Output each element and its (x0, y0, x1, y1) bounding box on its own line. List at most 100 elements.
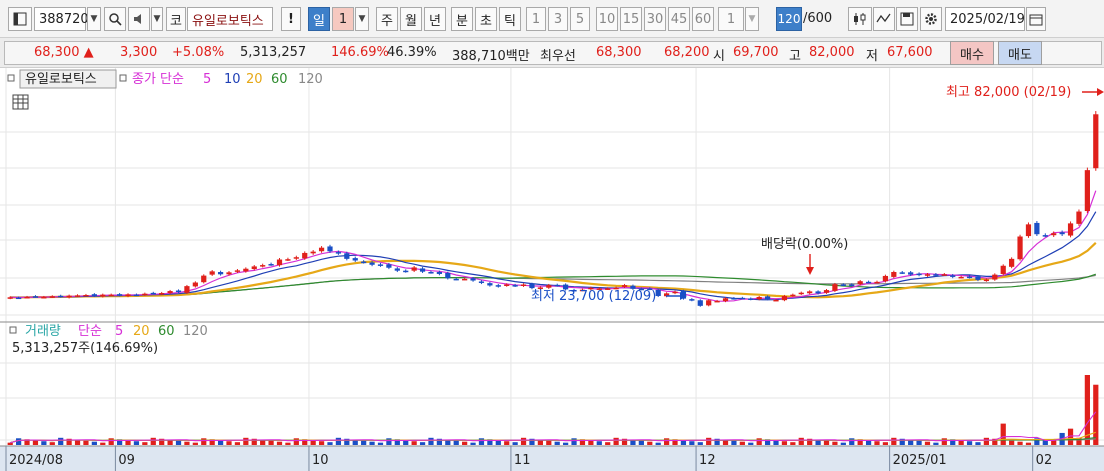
prev-stock-button[interactable] (128, 7, 150, 31)
volume-bar (983, 437, 990, 445)
candle-body (419, 268, 426, 272)
settings-button[interactable] (920, 7, 942, 31)
chart-canvas[interactable]: 2024/08 09 10 11 12 2025/01 02 유일로보틱스 종가 단순 5 … (0, 68, 1104, 471)
buy-button[interactable]: 매수 (950, 41, 994, 65)
calendar-button[interactable] (1026, 7, 1046, 31)
candle-body (1025, 224, 1032, 237)
volume-bar (520, 437, 527, 445)
alert-button[interactable]: ! (281, 7, 301, 31)
candle-body (739, 297, 745, 300)
candle-body (966, 276, 973, 279)
candle-body (201, 275, 207, 283)
candle-body (1042, 235, 1048, 237)
candle-body (100, 294, 106, 297)
candle-body (260, 265, 266, 267)
candle-body (748, 298, 754, 300)
volume-bar (706, 437, 712, 445)
bars-shown-input[interactable]: 120 (776, 7, 802, 31)
volume-bar (226, 441, 232, 445)
candle-body (394, 268, 400, 271)
table-icon[interactable] (12, 94, 29, 110)
up-triangle-icon: ▲ (83, 45, 94, 60)
volume-bar (1017, 441, 1023, 445)
candle-body (697, 300, 703, 306)
candle-body (175, 290, 182, 293)
save-button[interactable] (896, 7, 918, 31)
trade-amount: 388,710백만 (452, 49, 530, 64)
volume-bar (386, 438, 392, 445)
candle-body (58, 295, 64, 298)
ma-legend-prefix: 종가 단순 (132, 72, 184, 87)
month-tick-label: 09 (118, 453, 135, 468)
interval-select[interactable]: 1 (718, 7, 744, 31)
tab-daily[interactable]: 일 (308, 7, 330, 31)
candle-body (941, 274, 947, 276)
market-badge: 코 (166, 7, 186, 31)
tab-minute[interactable]: 분 (451, 7, 473, 31)
volume-bar (849, 438, 855, 445)
candle-body (377, 264, 384, 266)
interval-45[interactable]: 45 (668, 7, 690, 31)
interval-10[interactable]: 10 (596, 7, 618, 31)
candle-body (184, 286, 190, 293)
candle-body (714, 300, 720, 303)
quote-bar: 68,300 ▲ 3,300 +5.08% 5,313,257 146.69% … (0, 38, 1104, 68)
stock-chart[interactable]: 2024/08 09 10 11 12 2025/01 02 유일로보틱스 종가 단순 5 … (0, 68, 1104, 471)
interval-30[interactable]: 30 (644, 7, 666, 31)
volume-bar (7, 442, 13, 445)
stock-name-field[interactable]: 유일로보틱스 (187, 7, 273, 31)
volume-bar (377, 442, 384, 445)
candle-body (411, 267, 417, 271)
interval-5[interactable]: 5 (570, 7, 590, 31)
code-dropdown-button[interactable]: ▼ (87, 7, 101, 31)
candle-body (1084, 170, 1090, 212)
draw-tool-button[interactable] (873, 7, 895, 31)
candle-body (790, 294, 796, 297)
candle-body (840, 284, 846, 286)
tab-second[interactable]: 초 (475, 7, 497, 31)
screen-menu-icon[interactable] (8, 7, 32, 31)
stock-code-input[interactable]: 388720 (34, 7, 89, 31)
volume-bar (285, 442, 291, 445)
ma-legend-5: 5 (203, 72, 211, 87)
candle-body (403, 270, 409, 273)
sell-button[interactable]: 매도 (998, 41, 1042, 65)
candle-body (125, 294, 131, 297)
high-label: 고 (789, 49, 801, 64)
tab-yearly[interactable]: 년 (424, 7, 446, 31)
period-count-dropdown[interactable]: ▼ (355, 7, 369, 31)
candle-body (335, 252, 342, 254)
candle-body (849, 284, 855, 287)
chevron-down-icon: ▼ (358, 14, 366, 24)
month-tick-label: 2025/01 (893, 453, 947, 468)
volume-bar (100, 442, 106, 445)
date-input[interactable]: 2025/02/19 (945, 7, 1025, 31)
interval-1[interactable]: 1 (526, 7, 546, 31)
candle-body (1017, 236, 1023, 260)
period-count-input[interactable]: 1 (332, 7, 354, 31)
volume-bar (470, 442, 476, 445)
turnover-pct: 46.39% (387, 45, 437, 60)
interval-3[interactable]: 3 (548, 7, 568, 31)
tab-weekly[interactable]: 주 (376, 7, 398, 31)
month-tick-label: 10 (312, 453, 329, 468)
tab-tick[interactable]: 틱 (499, 7, 521, 31)
floppy-icon (900, 12, 914, 26)
indicator-button[interactable] (848, 7, 872, 31)
volume-bar (150, 437, 156, 445)
chart-background (0, 68, 1104, 471)
candle-body (546, 285, 552, 288)
high-annotation: 최고 82,000 (02/19) (946, 85, 1071, 100)
next-dropdown-button[interactable]: ▼ (151, 7, 163, 31)
volume-bar (790, 442, 796, 445)
volume-bar (184, 441, 190, 445)
search-button[interactable] (104, 7, 126, 31)
candle-body (672, 291, 678, 294)
volume-bar (108, 438, 114, 445)
interval-dropdown[interactable]: ▼ (745, 7, 759, 31)
candle-body (108, 294, 114, 297)
tab-monthly[interactable]: 월 (400, 7, 422, 31)
interval-15[interactable]: 15 (620, 7, 642, 31)
interval-60[interactable]: 60 (692, 7, 714, 31)
candle-body (293, 257, 299, 259)
